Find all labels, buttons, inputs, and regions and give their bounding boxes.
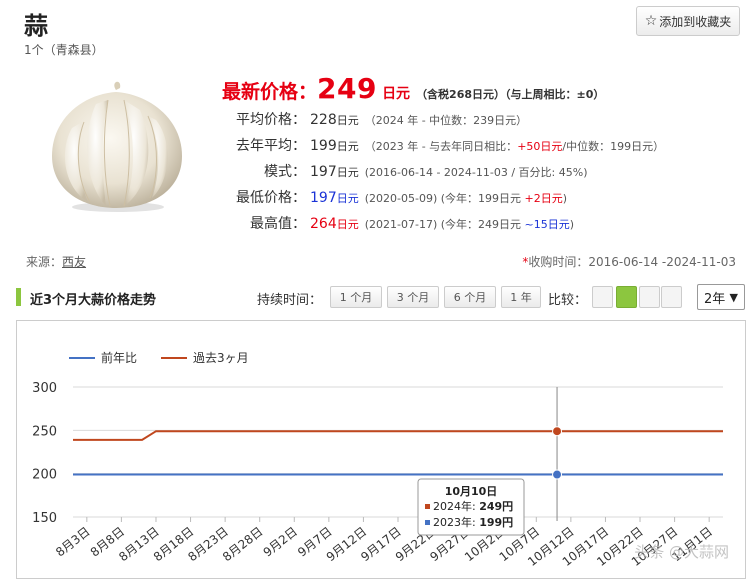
x-tick-label: 9月2日 (261, 524, 301, 559)
stat-detail: (2020-05-09) (今年：199日元 +2日元) (364, 192, 568, 205)
tooltip-row-2024: 2024年: 249円 (433, 499, 513, 513)
latest-price-unit: 日元 (382, 86, 411, 102)
stat-row-average: 平均价格： 228日元 （2024 年 - 中位数：239日元） (200, 109, 527, 129)
duration-label: 持续时间： (257, 293, 323, 308)
compare-toggle-1[interactable] (592, 286, 613, 308)
stat-row-mode: 模式： 197日元 (2016-06-14 - 2024-11-03 / 百分比… (200, 161, 587, 181)
star-icon: ☆ (644, 13, 658, 29)
tooltip-row-2023: 2023年: 199円 (433, 515, 513, 529)
stat-detail: （2023 年 - 与去年同日相比：+50日元/中位数：199日元） (364, 140, 665, 153)
stat-value: 228日元 (310, 112, 359, 128)
hover-point-2024 (552, 426, 563, 437)
legend-label-yoy: 前年比 (101, 350, 137, 365)
stat-value: 264日元 (310, 216, 359, 232)
stat-detail: (2016-06-14 - 2024-11-03 / 百分比: 45%) (364, 166, 588, 179)
stat-row-highest: 最高值： 264日元 (2021-07-17) (今年：249日元 ~15日元) (200, 213, 574, 233)
source-label: 来源： (26, 255, 63, 269)
section-accent-bar (16, 288, 21, 306)
period-text: 收购时间：2016-06-14 -2024-11-03 (528, 255, 736, 269)
y-tick-label: 200 (32, 468, 57, 483)
collection-period: *收购时间：2016-06-14 -2024-11-03 (522, 253, 736, 270)
stat-value: 199日元 (310, 138, 359, 154)
stat-label: 平均价格： (236, 112, 306, 128)
product-title: 蒜 (24, 12, 48, 40)
section-title: 近3个月大蒜价格走势 (30, 293, 157, 308)
year-select-value: 2年 (704, 291, 726, 307)
source-info: 来源：西友 (26, 253, 86, 270)
duration-tab-3-months[interactable]: 3 个月 (387, 286, 439, 308)
tooltip-date: 10月10日 (445, 485, 498, 498)
watermark: 头条 @大蒜网 (634, 543, 729, 561)
stat-detail: （2024 年 - 中位数：239日元） (364, 114, 528, 127)
latest-price-value: 249 (317, 72, 377, 105)
compare-toggle-4[interactable] (661, 286, 682, 308)
y-tick-label: 300 (32, 381, 57, 396)
stat-label: 最高值： (250, 216, 306, 232)
compare-label: 比较： (548, 293, 588, 308)
stat-value: 197日元 (310, 164, 359, 180)
y-tick-label: 250 (32, 424, 57, 439)
y-tick-label: 150 (32, 511, 57, 526)
source-link[interactable]: 西友 (62, 255, 86, 269)
latest-price: 最新价格：249 日元 （含税268日元）（与上周相比：±0） (222, 72, 604, 105)
product-subtitle: 1个（青森县） (24, 43, 104, 57)
price-trend-chart: 前年比 過去3ヶ月 150200250300 8月3日8月8日8月13日8月18… (32, 350, 729, 569)
stat-row-last-year: 去年平均： 199日元 （2023 年 - 与去年同日相比：+50日元/中位数：… (200, 135, 664, 155)
stat-label: 去年平均： (236, 138, 306, 154)
garlic-image (52, 81, 182, 212)
stat-row-lowest: 最低价格： 197日元 (2020-05-09) (今年：199日元 +2日元) (200, 187, 567, 207)
chart-tooltip: 10月10日 2024年: 249円 2023年: 199円 (417, 478, 525, 536)
duration-tab-1-year[interactable]: 1 年 (501, 286, 541, 308)
add-to-favorites-button[interactable]: ☆ 添加到收藏夹 (636, 6, 740, 36)
stat-value: 197日元 (310, 190, 359, 206)
hover-point-2023 (552, 469, 563, 480)
add-to-favorites-label: 添加到收藏夹 (659, 14, 732, 29)
stat-label: 最低价格： (236, 190, 306, 206)
latest-price-note: （含税268日元）（与上周相比：±0） (416, 88, 605, 101)
series-line-3m (73, 430, 723, 441)
year-select[interactable]: 2年 ▼ (697, 284, 745, 310)
latest-price-label: 最新价格： (222, 81, 318, 103)
stat-label: 模式： (264, 164, 306, 180)
price-trend-chart-panel: 前年比 過去3ヶ月 150 200 250 300 8月3日 8月8日 8月13日 8月18… (16, 320, 746, 579)
stat-detail: (2021-07-17) (今年：249日元 ~15日元) (364, 218, 575, 231)
duration-tab-1-month[interactable]: 1 个月 (330, 286, 382, 308)
duration-tab-6-months[interactable]: 6 个月 (444, 286, 496, 308)
chevron-down-icon: ▼ (729, 290, 738, 304)
x-tick-label: 8月3日 (53, 524, 93, 559)
compare-toggle-3[interactable] (639, 286, 660, 308)
compare-toggle-2[interactable] (616, 286, 637, 308)
legend-label-3m: 過去3ヶ月 (193, 351, 249, 365)
